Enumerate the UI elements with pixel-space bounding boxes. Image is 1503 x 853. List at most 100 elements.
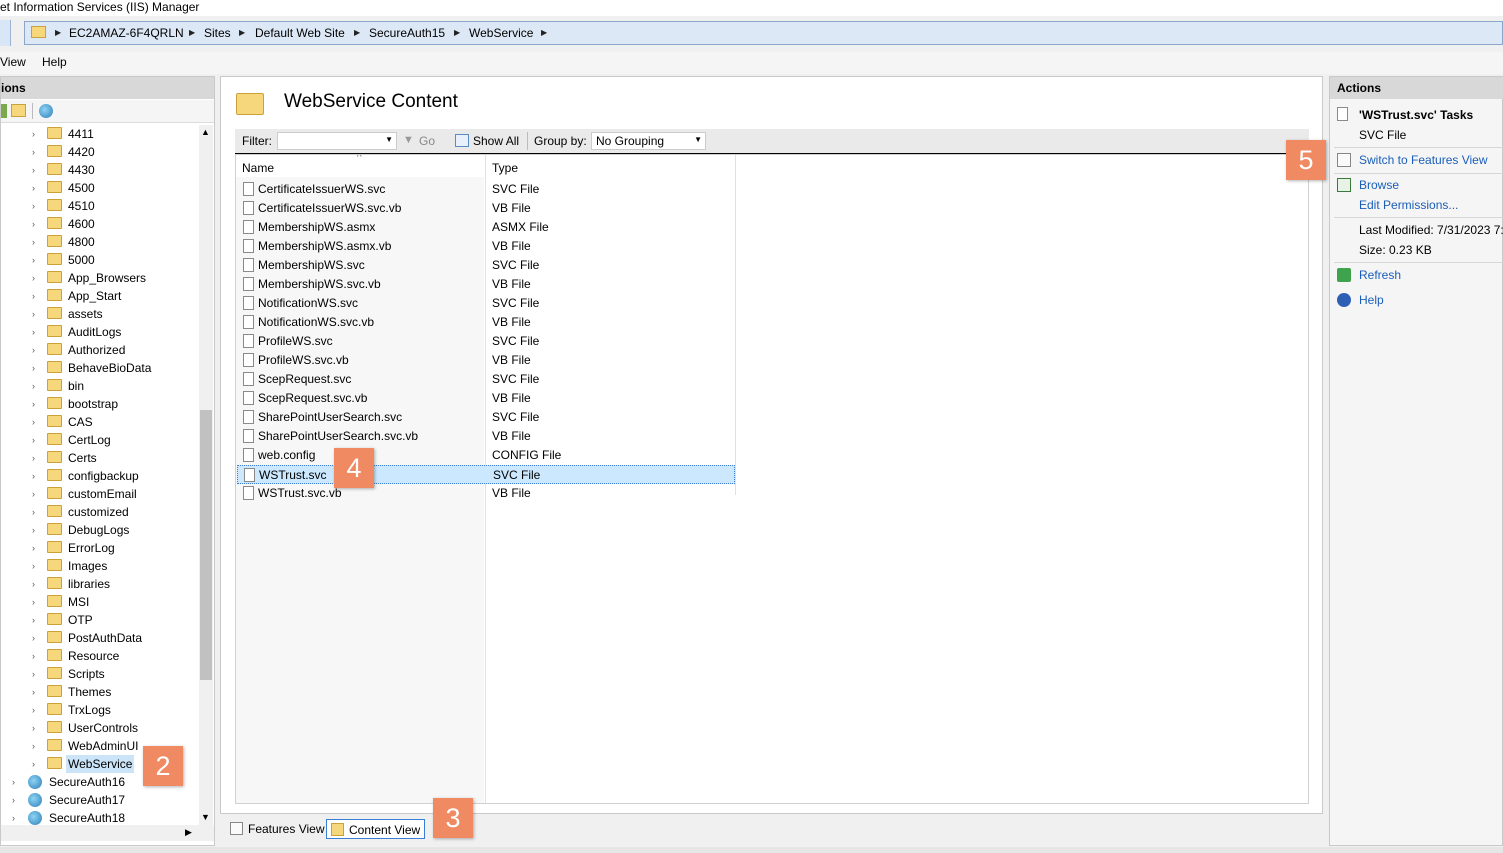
- dropdown-arrow-icon[interactable]: ▼: [694, 135, 702, 144]
- expand-icon[interactable]: ›: [32, 755, 35, 773]
- file-row[interactable]: CertificateIssuerWS.svc SVC File: [237, 180, 735, 199]
- expand-icon[interactable]: ›: [32, 737, 35, 755]
- file-row[interactable]: MembershipWS.svc SVC File: [237, 256, 735, 275]
- expand-icon[interactable]: ›: [32, 629, 35, 647]
- scroll-right-icon[interactable]: ▶: [185, 827, 192, 838]
- file-row[interactable]: MembershipWS.asmx.vb VB File: [237, 237, 735, 256]
- expand-icon[interactable]: ›: [32, 125, 35, 143]
- menu-view[interactable]: View: [0, 55, 26, 69]
- scroll-up-icon[interactable]: ▲: [201, 127, 210, 137]
- file-row[interactable]: MembershipWS.svc.vb VB File: [237, 275, 735, 294]
- folder-icon: [47, 397, 62, 409]
- expand-icon[interactable]: ›: [32, 665, 35, 683]
- expand-icon[interactable]: ›: [32, 287, 35, 305]
- edit-permissions-link[interactable]: Edit Permissions...: [1359, 198, 1458, 212]
- expand-icon[interactable]: ›: [32, 467, 35, 485]
- expand-icon[interactable]: ›: [12, 791, 15, 809]
- expand-icon[interactable]: ›: [32, 269, 35, 287]
- file-row[interactable]: MembershipWS.asmx ASMX File: [237, 218, 735, 237]
- expand-icon[interactable]: ›: [32, 485, 35, 503]
- tree-item-label: WebService: [66, 755, 135, 773]
- expand-icon[interactable]: ›: [32, 539, 35, 557]
- expand-icon[interactable]: ›: [32, 161, 35, 179]
- expand-icon[interactable]: ›: [12, 809, 15, 825]
- expand-icon[interactable]: ›: [32, 395, 35, 413]
- file-row[interactable]: NotificationWS.svc SVC File: [237, 294, 735, 313]
- expand-icon[interactable]: ›: [32, 719, 35, 737]
- file-name: MembershipWS.asmx.vb: [258, 239, 392, 253]
- group-by-select[interactable]: No Grouping ▼: [591, 132, 706, 150]
- expand-icon[interactable]: ›: [32, 683, 35, 701]
- scroll-down-icon[interactable]: ▼: [201, 812, 210, 822]
- back-button[interactable]: [0, 20, 11, 46]
- content-view-tab[interactable]: Content View: [326, 819, 426, 839]
- expand-icon[interactable]: ›: [32, 593, 35, 611]
- column-header-type[interactable]: Type: [492, 161, 518, 175]
- save-icon[interactable]: [1, 104, 7, 118]
- breadcrumb-secureauth15[interactable]: SecureAuth15: [369, 22, 445, 44]
- switch-to-features-view-link[interactable]: Switch to Features View: [1359, 153, 1488, 167]
- expand-icon[interactable]: ›: [32, 143, 35, 161]
- file-row[interactable]: ProfileWS.svc.vb VB File: [237, 351, 735, 370]
- expand-icon[interactable]: ›: [32, 701, 35, 719]
- folder-icon: [47, 595, 62, 607]
- expand-icon[interactable]: ›: [32, 575, 35, 593]
- expand-icon[interactable]: ›: [32, 557, 35, 575]
- expand-icon[interactable]: ›: [32, 251, 35, 269]
- file-row[interactable]: SharePointUserSearch.svc SVC File: [237, 408, 735, 427]
- breadcrumb-server[interactable]: EC2AMAZ-6F4QRLN: [69, 22, 184, 44]
- file-type: SVC File: [492, 410, 540, 424]
- filter-input[interactable]: ▼: [277, 132, 397, 150]
- expand-icon[interactable]: ›: [32, 413, 35, 431]
- tree-horizontal-scrollbar[interactable]: ▶: [1, 825, 214, 841]
- dropdown-arrow-icon[interactable]: ▼: [385, 135, 393, 144]
- expand-icon[interactable]: ›: [32, 431, 35, 449]
- file-row[interactable]: CertificateIssuerWS.svc.vb VB File: [237, 199, 735, 218]
- file-row[interactable]: ScepRequest.svc SVC File: [237, 370, 735, 389]
- breadcrumb[interactable]: ▶ EC2AMAZ-6F4QRLN ▶ Sites ▶ Default Web …: [24, 21, 1503, 45]
- expand-icon[interactable]: ›: [12, 773, 15, 791]
- tree-item-label: bootstrap: [68, 397, 119, 411]
- expand-icon[interactable]: ›: [32, 305, 35, 323]
- features-view-tab[interactable]: Features View: [226, 819, 328, 839]
- connect-icon[interactable]: [39, 104, 53, 118]
- file-row[interactable]: ScepRequest.svc.vb VB File: [237, 389, 735, 408]
- breadcrumb-default-web-site[interactable]: Default Web Site: [255, 22, 345, 44]
- show-all-icon[interactable]: [455, 134, 469, 147]
- expand-icon[interactable]: ›: [32, 197, 35, 215]
- expand-icon[interactable]: ›: [32, 647, 35, 665]
- browse-link[interactable]: Browse: [1359, 178, 1399, 192]
- up-folder-icon[interactable]: [11, 104, 26, 117]
- file-row[interactable]: WSTrust.svc SVC File: [237, 465, 735, 484]
- expand-icon[interactable]: ›: [32, 449, 35, 467]
- expand-icon[interactable]: ›: [32, 179, 35, 197]
- expand-icon[interactable]: ›: [32, 377, 35, 395]
- callout-4: 4: [334, 448, 374, 488]
- file-row[interactable]: WSTrust.svc.vb VB File: [237, 484, 735, 503]
- show-all-button[interactable]: Show All: [473, 134, 519, 148]
- go-icon[interactable]: ▼: [403, 134, 415, 146]
- expand-icon[interactable]: ›: [32, 503, 35, 521]
- column-header-name[interactable]: Name: [242, 161, 274, 175]
- breadcrumb-sites[interactable]: Sites: [204, 22, 231, 44]
- file-type: SVC File: [492, 258, 540, 272]
- breadcrumb-webservice[interactable]: WebService: [469, 22, 533, 44]
- expand-icon[interactable]: ›: [32, 323, 35, 341]
- expand-icon[interactable]: ›: [32, 341, 35, 359]
- expand-icon[interactable]: ›: [32, 359, 35, 377]
- file-row[interactable]: NotificationWS.svc.vb VB File: [237, 313, 735, 332]
- refresh-link[interactable]: Refresh: [1359, 268, 1401, 282]
- expand-icon[interactable]: ›: [32, 233, 35, 251]
- expand-icon[interactable]: ›: [32, 611, 35, 629]
- go-button[interactable]: Go: [419, 134, 435, 148]
- menu-help[interactable]: Help: [42, 55, 67, 69]
- help-link[interactable]: Help: [1359, 293, 1384, 307]
- folder-icon: [47, 757, 62, 769]
- file-row[interactable]: web.config CONFIG File: [237, 446, 735, 465]
- file-row[interactable]: ProfileWS.svc SVC File: [237, 332, 735, 351]
- scroll-thumb[interactable]: [200, 410, 212, 680]
- expand-icon[interactable]: ›: [32, 215, 35, 233]
- tree-vertical-scrollbar[interactable]: ▲ ▼: [199, 125, 213, 825]
- file-row[interactable]: SharePointUserSearch.svc.vb VB File: [237, 427, 735, 446]
- expand-icon[interactable]: ›: [32, 521, 35, 539]
